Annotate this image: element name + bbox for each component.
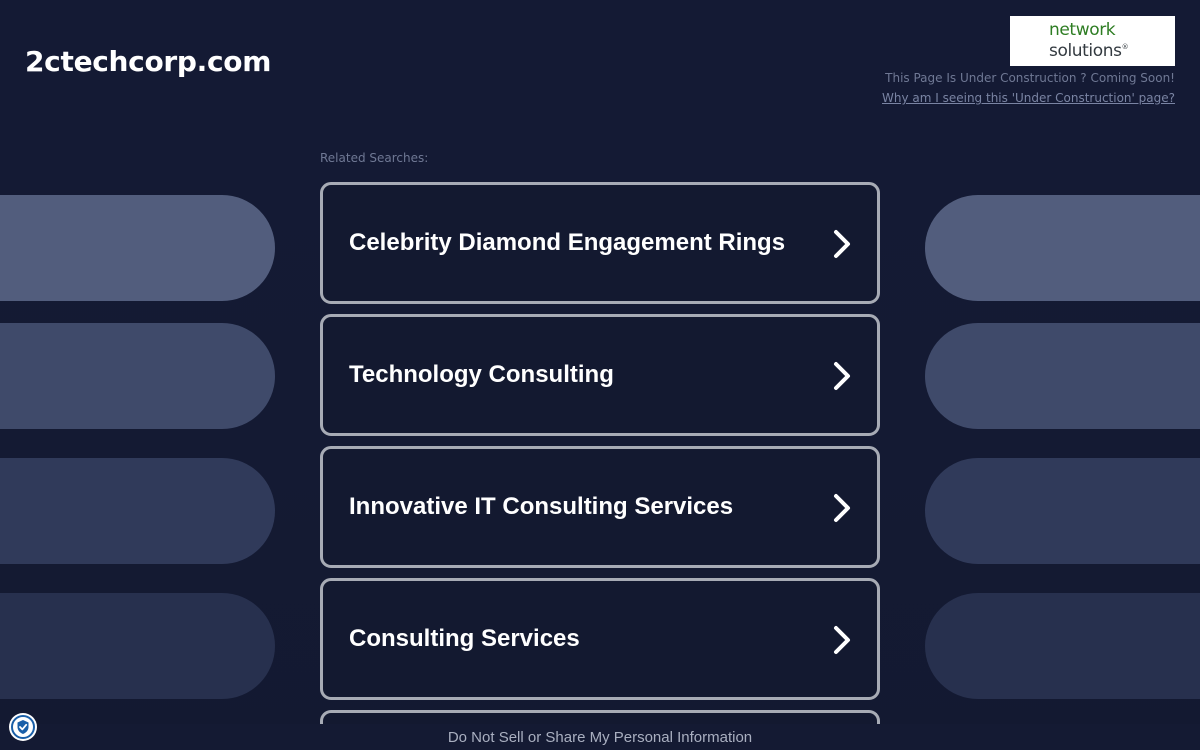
decorative-pill xyxy=(0,323,275,429)
chevron-right-icon xyxy=(834,362,850,390)
related-search-link[interactable]: Consulting Services xyxy=(320,578,880,700)
under-construction-text: This Page Is Under Construction ? Coming… xyxy=(885,71,1175,85)
decorative-pill xyxy=(925,458,1200,564)
why-under-construction-link[interactable]: Why am I seeing this 'Under Construction… xyxy=(882,91,1175,106)
parked-page: 2ctechcorp.com network solutions® This P… xyxy=(0,0,1200,750)
chevron-right-icon xyxy=(834,626,850,654)
do-not-sell-link[interactable]: Do Not Sell or Share My Personal Informa… xyxy=(0,729,1200,747)
decorative-pill xyxy=(0,458,275,564)
decorative-pill xyxy=(925,593,1200,699)
logo-line-network: network xyxy=(1049,20,1116,40)
related-searches-label: Related Searches: xyxy=(320,151,429,165)
chevron-right-icon xyxy=(834,494,850,522)
logo-line-solutions: solutions® xyxy=(1049,41,1129,61)
related-search-link[interactable]: Celebrity Diamond Engagement Rings xyxy=(320,182,880,304)
decorative-pill xyxy=(925,195,1200,301)
decorative-pill xyxy=(925,323,1200,429)
related-search-link[interactable]: Innovative IT Consulting Services xyxy=(320,446,880,568)
domain-title: 2ctechcorp.com xyxy=(25,45,272,78)
privacy-shield-icon[interactable] xyxy=(9,713,37,741)
decorative-pill xyxy=(0,593,275,699)
related-search-link[interactable]: Technology Consulting xyxy=(320,314,880,436)
decorative-pill xyxy=(0,195,275,301)
network-solutions-logo[interactable]: network solutions® xyxy=(1010,16,1175,66)
related-search-label: Celebrity Diamond Engagement Rings xyxy=(349,229,786,256)
registered-mark: ® xyxy=(1121,43,1129,51)
related-search-label: Consulting Services xyxy=(349,625,580,652)
chevron-right-icon xyxy=(834,230,850,258)
related-search-label: Technology Consulting xyxy=(349,361,614,388)
related-search-label: Innovative IT Consulting Services xyxy=(349,493,734,520)
